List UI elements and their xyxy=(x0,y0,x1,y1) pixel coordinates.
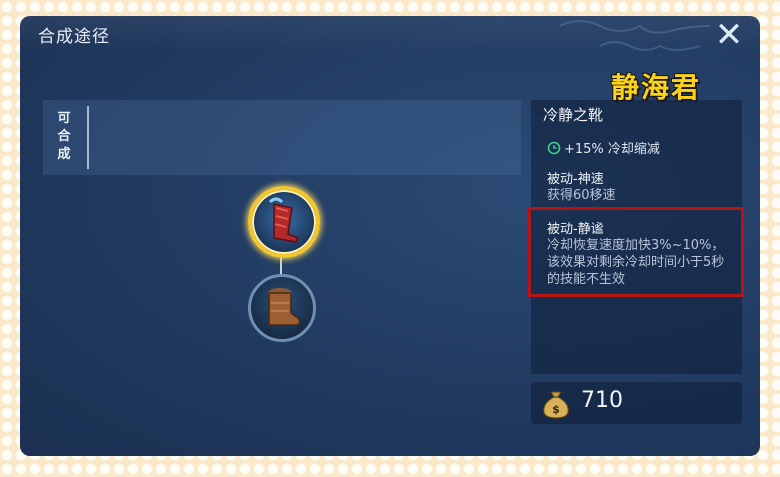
item-name: 冷静之靴 xyxy=(543,106,604,124)
boots-icon[interactable] xyxy=(248,274,316,342)
boots-of-calm-icon[interactable] xyxy=(248,186,320,258)
svg-text:$: $ xyxy=(552,403,560,416)
item-price: 710 xyxy=(581,388,623,413)
stat-text: +15% 冷却缩减 xyxy=(564,142,660,157)
passive-1-desc: 获得60移速 xyxy=(547,188,616,203)
close-icon[interactable]: ✕ xyxy=(712,18,746,53)
passive-1: 被动-神速 获得60移速 xyxy=(547,168,616,204)
craftable-row: 可合成 xyxy=(43,100,521,175)
price-box: $ 710 xyxy=(531,382,742,424)
divider xyxy=(87,106,89,169)
passive-1-title: 被动-神速 xyxy=(547,172,604,187)
coin-bag-icon: $ xyxy=(543,391,569,419)
highlight-annotation xyxy=(528,207,744,297)
item-stat: +15% 冷却缩减 xyxy=(547,138,660,157)
craftable-label: 可合成 xyxy=(57,111,71,162)
window-title: 合成途径 xyxy=(38,27,110,47)
crafting-path-panel: 合成途径 ✕ 静海君 可合成 冷静之靴 +15% 冷却缩减 被动-神速 获得60… xyxy=(20,16,760,456)
cooldown-icon xyxy=(547,141,561,154)
